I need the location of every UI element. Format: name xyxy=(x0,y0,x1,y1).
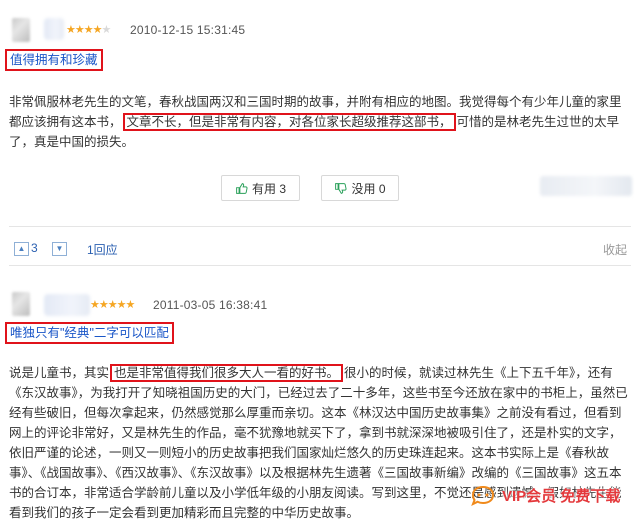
useful-label: 有用 3 xyxy=(251,181,286,196)
reviewer-name[interactable] xyxy=(44,294,90,316)
reviewer-avatar[interactable] xyxy=(12,292,30,316)
upvote-button[interactable]: ▲ xyxy=(14,242,29,256)
review-1: ★★★★★ 2010-12-15 15:31:45 值得拥有和珍藏 非常佩服林老… xyxy=(0,0,640,270)
useless-label: 没用 0 xyxy=(351,181,386,196)
downvote-button[interactable]: ▼ xyxy=(52,242,67,256)
rating-stars: ★★★★★ xyxy=(66,24,111,36)
collapse-link[interactable]: 收起 xyxy=(603,241,627,258)
blurred-actions xyxy=(540,176,632,196)
vip-watermark: VIP会员 免费下载 xyxy=(470,484,620,506)
review-date: 2010-12-15 15:31:45 xyxy=(130,23,246,37)
review-body: 非常佩服林老先生的文笔，春秋战国两汉和三国时期的故事，并附有相应的地图。我觉得每… xyxy=(9,92,631,152)
body-text-pre: 说是儿童书，其实 xyxy=(9,366,110,380)
review-date: 2011-03-05 16:38:41 xyxy=(153,298,268,312)
thumbs-up-icon xyxy=(236,182,248,194)
watermark-text: VIP会员 免费下载 xyxy=(502,487,621,505)
highlighted-text: 文章不长，但是非常有内容，对各位家长超级推荐这部书， xyxy=(122,113,456,131)
reviewer-avatar[interactable] xyxy=(12,18,30,42)
review-title[interactable]: 唯独只有"经典"二字可以匹配 xyxy=(5,322,174,344)
reply-link[interactable]: 1回应 xyxy=(87,241,118,258)
divider xyxy=(9,226,631,227)
vip-logo-icon xyxy=(471,485,495,506)
reviewer-name[interactable] xyxy=(44,18,64,40)
review-title[interactable]: 值得拥有和珍藏 xyxy=(5,49,103,71)
highlighted-text: 也是非常值得我们很多大人一看的好书。 xyxy=(110,364,344,382)
upvote-count: 3 xyxy=(31,241,38,255)
useful-button[interactable]: 有用 3 xyxy=(221,175,300,201)
divider xyxy=(9,265,631,266)
rating-stars: ★★★★★ xyxy=(90,299,135,311)
useless-button[interactable]: 没用 0 xyxy=(321,175,399,201)
review-actions: ▲ 3 ▼ 1回应 收起 xyxy=(0,240,640,262)
thumbs-down-icon xyxy=(335,182,348,194)
